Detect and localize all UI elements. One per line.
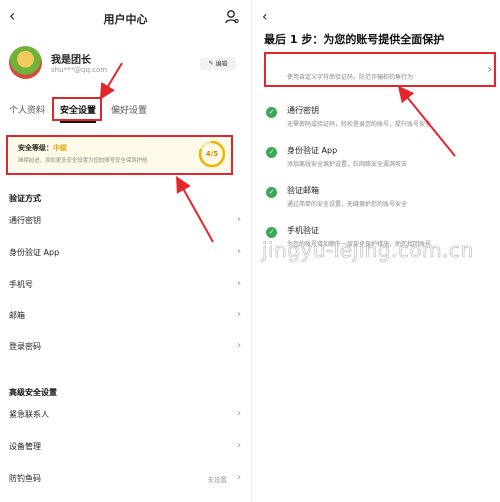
arrow-to-tab — [99, 62, 123, 100]
arrow-to-first-item — [397, 85, 456, 157]
arrow-to-security — [176, 176, 214, 243]
user-center-panel: ‹ 用户中心 我是团长 shu***@qq.com ✎ 编辑 个人资料 安全设置… — [0, 0, 252, 502]
watermark: jingyu-lejing.com.cn — [262, 238, 474, 263]
annotation-arrows — [99, 62, 214, 243]
